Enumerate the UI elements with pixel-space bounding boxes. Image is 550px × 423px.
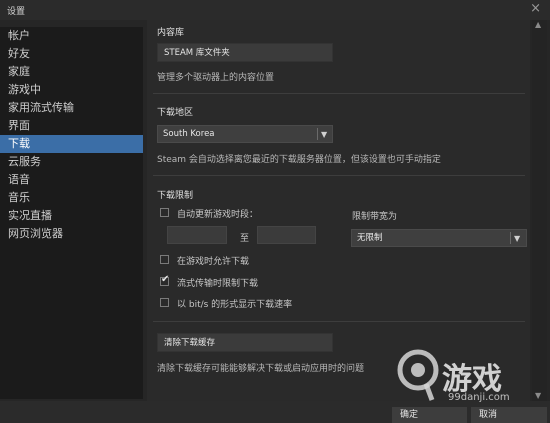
auto-update-end-time[interactable] bbox=[257, 226, 316, 244]
sidebar-item-in-game[interactable]: 游戏中 bbox=[0, 81, 143, 99]
sidebar-item-downloads[interactable]: 下载 bbox=[0, 135, 143, 153]
watermark-url: 99danji.com bbox=[448, 392, 510, 403]
clear-cache-description: 清除下载缓存可能能够解决下载或启动应用时的问题 bbox=[157, 364, 365, 374]
to-label: 至 bbox=[240, 234, 250, 244]
settings-sidebar: 帐户 好友 家庭 游戏中 家用流式传输 界面 下载 云服务 语音 音乐 实况直播… bbox=[0, 27, 143, 399]
throttle-streaming-checkbox[interactable]: ✔ bbox=[160, 274, 170, 286]
auto-update-start-time[interactable] bbox=[167, 226, 227, 244]
show-bits-label: 以 bit/s 的形式显示下载速率 bbox=[177, 300, 293, 310]
dropdown-arrow-icon: ▼ bbox=[321, 130, 328, 139]
allow-ingame-download-label: 在游戏时允许下载 bbox=[177, 257, 250, 267]
library-heading: 内容库 bbox=[157, 28, 185, 38]
sidebar-item-cloud[interactable]: 云服务 bbox=[0, 153, 143, 171]
window-title: 设置 bbox=[7, 7, 26, 17]
download-region-select[interactable]: South Korea ▼ bbox=[157, 125, 333, 143]
sidebar-item-web-browser[interactable]: 网页浏览器 bbox=[0, 225, 143, 243]
scroll-up-icon[interactable]: ▲ bbox=[535, 20, 545, 30]
sidebar-item-interface[interactable]: 界面 bbox=[0, 117, 143, 135]
title-bar: 设置 × bbox=[0, 0, 550, 20]
sidebar-item-friends[interactable]: 好友 bbox=[0, 45, 143, 63]
throttle-streaming-label: 流式传输时限制下载 bbox=[177, 279, 259, 289]
region-description: Steam 会自动选择离您最近的下载服务器位置，但该设置也可手动指定 bbox=[157, 155, 441, 165]
watermark-logo: 游戏 99danji.com bbox=[396, 338, 546, 408]
sidebar-item-voice[interactable]: 语音 bbox=[0, 171, 143, 189]
sidebar-item-account[interactable]: 帐户 bbox=[0, 27, 143, 45]
auto-update-label: 自动更新游戏时段： bbox=[177, 210, 259, 220]
section-divider bbox=[153, 321, 525, 322]
dropdown-separator bbox=[317, 128, 318, 140]
sidebar-item-broadcasting[interactable]: 实况直播 bbox=[0, 207, 143, 225]
section-divider bbox=[153, 175, 525, 176]
check-icon: ✔ bbox=[161, 274, 170, 285]
steam-library-folders-button[interactable]: STEAM 库文件夹 bbox=[157, 43, 333, 62]
section-divider bbox=[153, 93, 525, 94]
bandwidth-limit-label: 限制带宽为 bbox=[352, 212, 398, 222]
sidebar-item-music[interactable]: 音乐 bbox=[0, 189, 143, 207]
download-limits-heading: 下载限制 bbox=[157, 191, 194, 201]
dropdown-separator bbox=[510, 232, 511, 244]
auto-update-checkbox[interactable] bbox=[160, 208, 169, 217]
download-region-value: South Korea bbox=[163, 129, 215, 139]
sidebar-item-family[interactable]: 家庭 bbox=[0, 63, 143, 81]
sidebar-item-in-home-streaming[interactable]: 家用流式传输 bbox=[0, 99, 143, 117]
allow-ingame-download-checkbox[interactable] bbox=[160, 255, 169, 264]
region-heading: 下载地区 bbox=[157, 108, 194, 118]
cancel-button[interactable]: 取消 bbox=[471, 407, 547, 423]
bandwidth-limit-value: 无限制 bbox=[357, 233, 383, 243]
show-bits-checkbox[interactable] bbox=[160, 298, 169, 307]
clear-download-cache-button[interactable]: 清除下载缓存 bbox=[157, 333, 333, 352]
dropdown-arrow-icon: ▼ bbox=[514, 234, 521, 243]
bandwidth-limit-select[interactable]: 无限制 ▼ bbox=[351, 229, 527, 247]
close-icon[interactable]: × bbox=[530, 2, 541, 16]
ok-button[interactable]: 确定 bbox=[392, 407, 467, 423]
library-description: 管理多个驱动器上的内容位置 bbox=[157, 73, 275, 83]
